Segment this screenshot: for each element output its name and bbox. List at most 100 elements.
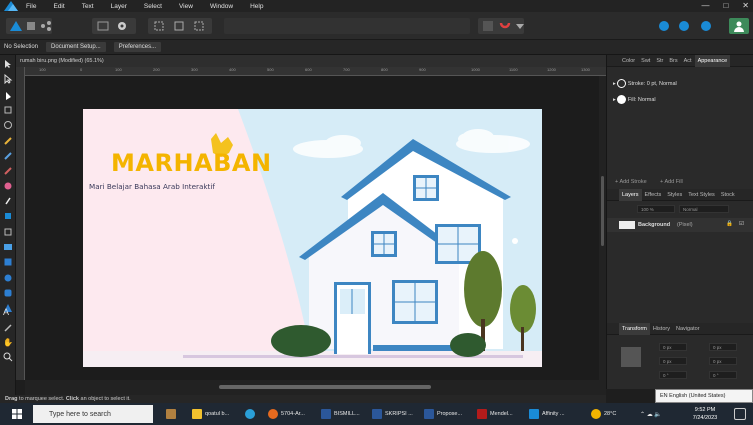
- tab-history[interactable]: History: [650, 326, 673, 332]
- tab-brushes[interactable]: Brs: [666, 58, 680, 64]
- menu-file[interactable]: File: [26, 3, 36, 10]
- menu-text[interactable]: Text: [82, 3, 94, 10]
- visibility-checkbox[interactable]: ☑: [739, 221, 744, 227]
- taskbar-app-edge[interactable]: [245, 406, 258, 422]
- move-tool-icon[interactable]: [3, 59, 13, 69]
- taskbar-app-folder[interactable]: qoatul b...: [192, 406, 229, 422]
- fill-row[interactable]: ▸ Fill: Normal: [613, 95, 656, 104]
- close-icon[interactable]: ✕: [742, 1, 749, 10]
- designer-persona-icon[interactable]: [10, 20, 22, 32]
- stroke-row[interactable]: ▸ Stroke: 0 pt, Normal: [613, 79, 677, 88]
- transform-x-field[interactable]: 0 px: [659, 343, 687, 351]
- export-persona-icon[interactable]: [40, 20, 52, 32]
- tab-stock[interactable]: Stock: [718, 192, 738, 198]
- preferences-button[interactable]: Preferences...: [113, 42, 162, 52]
- artistic-text-tool-icon[interactable]: A: [3, 307, 13, 317]
- menu-edit[interactable]: Edit: [53, 3, 64, 10]
- menu-layer[interactable]: Layer: [111, 3, 127, 10]
- taskbar-app-firefox[interactable]: 5704-Ar...: [268, 406, 305, 422]
- tab-navigator[interactable]: Navigator: [673, 326, 703, 332]
- transform-r-field[interactable]: 0 °: [659, 371, 687, 379]
- artboard-image[interactable]: MARHABAN Mari Belajar Bahasa Arab Intera…: [83, 109, 542, 367]
- selection-tool-icon[interactable]: [3, 91, 13, 101]
- rounded-rectangle-tool-icon[interactable]: [3, 288, 13, 298]
- taskbar-app-word-2[interactable]: SKRIPSI ...: [372, 406, 413, 422]
- lock-icon[interactable]: 🔒: [726, 221, 733, 227]
- transform-s-field[interactable]: 0 °: [709, 371, 737, 379]
- magnet-icon[interactable]: [499, 20, 511, 32]
- pen-tool-icon[interactable]: [3, 136, 13, 146]
- crop-tool-icon[interactable]: [3, 227, 13, 237]
- contour-tool-icon[interactable]: [3, 105, 13, 115]
- menu-select[interactable]: Select: [144, 3, 162, 10]
- document-setup-icon[interactable]: [97, 20, 109, 32]
- tab-transform[interactable]: Transform: [619, 322, 650, 335]
- minimize-icon[interactable]: —: [701, 1, 709, 10]
- brush-tool-icon[interactable]: [3, 166, 13, 176]
- node-tool-icon[interactable]: [3, 74, 13, 84]
- horizontal-scroll-thumb[interactable]: [219, 385, 431, 389]
- tab-layers[interactable]: Layers: [619, 188, 642, 201]
- horizontal-scrollbar[interactable]: [25, 380, 606, 395]
- notifications-icon[interactable]: [734, 408, 746, 420]
- dropdown-arrow-icon[interactable]: [514, 20, 526, 32]
- settings-gear-icon[interactable]: [116, 20, 128, 32]
- studio-panel-icon[interactable]: [678, 20, 690, 32]
- tab-stroke[interactable]: Str: [653, 58, 666, 64]
- document-setup-button[interactable]: Document Setup...: [46, 42, 106, 52]
- language-indicator[interactable]: EN English (United States): [655, 389, 753, 403]
- taskbar-widget[interactable]: [166, 406, 179, 422]
- clock[interactable]: 9:52 PM 7/24/2023: [690, 406, 720, 422]
- rectangle-tool-icon[interactable]: [3, 257, 13, 267]
- tab-swatches[interactable]: Swt: [638, 58, 653, 64]
- add-stroke-button[interactable]: + Add Stroke: [615, 179, 647, 185]
- taskbar-app-affinity[interactable]: Affinity ...: [529, 406, 565, 422]
- pencil-tool-icon[interactable]: [3, 151, 13, 161]
- vertical-scroll-thumb[interactable]: [601, 176, 604, 246]
- taskbar-app-word-1[interactable]: BISMILL...: [321, 406, 360, 422]
- ellipse-tool-icon[interactable]: [3, 273, 13, 283]
- system-tray[interactable]: ⌃ ☁ 🔈: [640, 406, 662, 422]
- vector-crop-tool-icon[interactable]: [3, 323, 13, 333]
- context-toolbar-icon[interactable]: [658, 20, 670, 32]
- weather-widget[interactable]: 28°C: [591, 406, 616, 422]
- tab-actions[interactable]: Act: [681, 58, 695, 64]
- menu-view[interactable]: View: [179, 3, 193, 10]
- taskbar-app-word-3[interactable]: Propose...: [424, 406, 462, 422]
- anchor-selector-icon[interactable]: [621, 347, 641, 367]
- add-fill-button[interactable]: + Add Fill: [660, 179, 683, 185]
- menu-window[interactable]: Window: [210, 3, 233, 10]
- blend-mode-select[interactable]: Normal: [679, 205, 729, 213]
- taskbar-app-mendeley[interactable]: Mendel...: [477, 406, 513, 422]
- transparency-tool-icon[interactable]: [3, 211, 13, 221]
- layer-row-background[interactable]: Background (Pixel) 🔒 ☑: [607, 218, 753, 232]
- color-picker-tool-icon[interactable]: [3, 196, 13, 206]
- tab-styles[interactable]: Styles: [664, 192, 685, 198]
- ruler-label: 600: [305, 67, 312, 72]
- hand-tool-icon[interactable]: ✋: [3, 338, 13, 348]
- maximize-icon[interactable]: □: [723, 1, 728, 10]
- document-tab[interactable]: rumah biru.png (Modified) (65.1%): [16, 55, 606, 67]
- tab-appearance[interactable]: Appearance: [694, 54, 731, 67]
- tab-text-styles[interactable]: Text Styles: [685, 192, 718, 198]
- transform-w-field[interactable]: 0 px: [709, 343, 737, 351]
- transform-y-field[interactable]: 0 px: [659, 357, 687, 365]
- vertical-scrollbar[interactable]: [599, 76, 606, 380]
- fill-tool-icon[interactable]: [3, 181, 13, 191]
- transform-h-field[interactable]: 0 px: [709, 357, 737, 365]
- opacity-field[interactable]: 100 %: [637, 205, 675, 213]
- tab-effects[interactable]: Effects: [642, 192, 665, 198]
- arrange-icon[interactable]: [173, 20, 185, 32]
- align-icon[interactable]: [193, 20, 205, 32]
- taskbar-search-box[interactable]: Type here to search: [33, 405, 153, 423]
- tools-panel-icon[interactable]: [700, 20, 712, 32]
- pixel-persona-icon[interactable]: [25, 20, 37, 32]
- menu-help[interactable]: Help: [250, 3, 263, 10]
- windows-start-icon[interactable]: [12, 409, 22, 419]
- zoom-tool-icon[interactable]: [3, 352, 13, 362]
- grid-icon[interactable]: [482, 20, 494, 32]
- corner-tool-icon[interactable]: [3, 120, 13, 130]
- tab-color[interactable]: Color: [619, 58, 638, 64]
- snapping-icon[interactable]: [153, 20, 165, 32]
- place-image-tool-icon[interactable]: [3, 242, 13, 252]
